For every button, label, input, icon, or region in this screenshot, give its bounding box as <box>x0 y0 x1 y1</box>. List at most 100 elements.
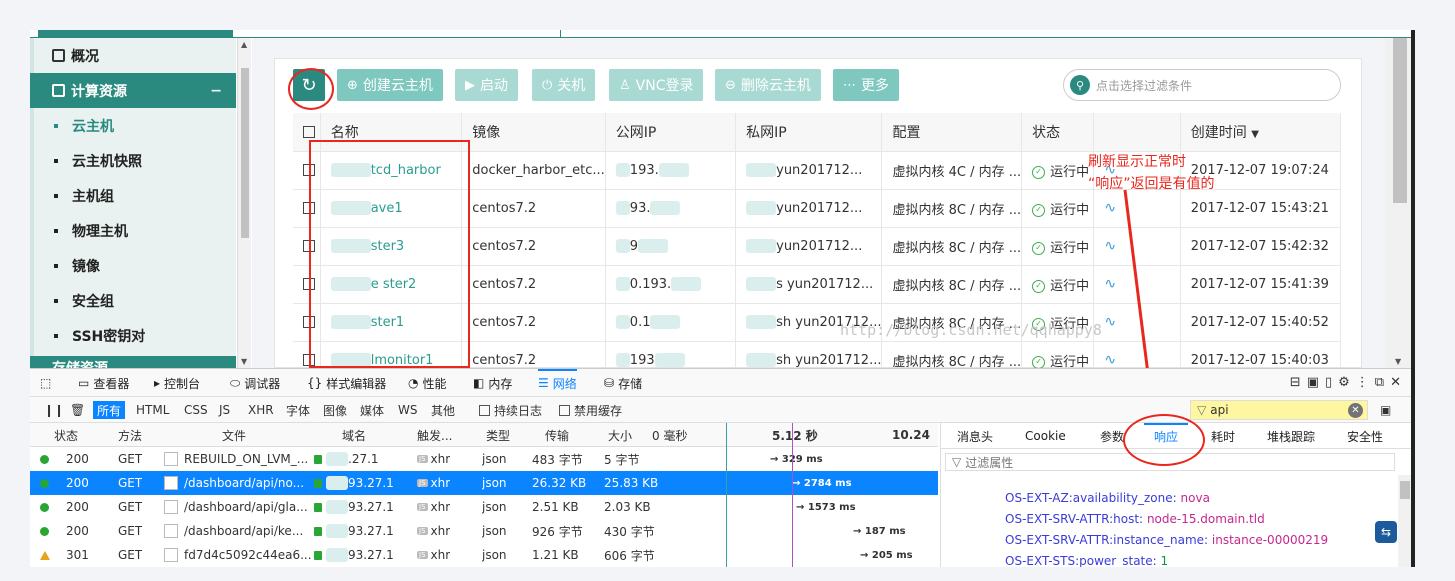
filter-font[interactable]: 字体 <box>282 401 314 419</box>
scroll-thumb[interactable] <box>1393 38 1407 203</box>
dock-icon[interactable]: ⊟ <box>1290 375 1307 390</box>
vm-name-link[interactable]: ster3 <box>371 239 404 254</box>
sidebar-sub-ssh[interactable]: SSH密钥对 <box>30 318 236 353</box>
sidebar-item-overview[interactable]: 概况 <box>30 38 236 73</box>
col-created[interactable]: 创建时间 ▼ <box>1180 113 1342 151</box>
teamviewer-icon[interactable]: ⇆ <box>1375 521 1397 543</box>
request-row[interactable]: 200 GET/dashboard/api/no... 93.27.1 JS xhr js… <box>30 471 938 495</box>
filter-input[interactable]: ⚲ 点击选择过滤条件 <box>1063 69 1341 101</box>
checkbox[interactable] <box>559 404 570 416</box>
tab-params[interactable]: 参数 <box>1100 423 1124 449</box>
filter-css[interactable]: CSS <box>180 401 212 419</box>
tab-style-editor[interactable]: {} 样式编辑器 <box>307 369 386 397</box>
tab-headers[interactable]: 消息头 <box>957 423 993 449</box>
collapse-toggle[interactable]: − <box>210 83 222 99</box>
disable-cache-checkbox[interactable]: 禁用缓存 <box>555 401 626 419</box>
col-status[interactable]: 状态 <box>54 423 78 447</box>
create-vm-button[interactable]: ⊕ 创建云主机 <box>337 69 443 101</box>
checkbox[interactable] <box>479 404 490 416</box>
sidebar-item-compute[interactable]: 计算资源 − <box>30 73 236 108</box>
scroll-thumb[interactable] <box>1400 481 1410 499</box>
vnc-login-button[interactable]: ♙ VNC登录 <box>609 69 704 101</box>
sidebar-sub-secgroup[interactable]: 安全组 <box>30 283 236 318</box>
main-scrollbar[interactable]: ▼ <box>1385 38 1411 368</box>
response-property[interactable]: OS-EXT-SRV-ATTR:instance_name: instance-… <box>1005 533 1328 547</box>
table-row[interactable]: e ster2 centos7.2 0.193. s yun201712... 虚拟内核… <box>293 264 1342 303</box>
col-file[interactable]: 文件 <box>222 423 246 447</box>
frames-icon[interactable]: ⋮ <box>1356 375 1375 390</box>
tab-console[interactable]: ▸ 控制台 <box>154 369 200 397</box>
checkbox[interactable] <box>303 354 315 367</box>
select-all[interactable] <box>293 113 321 151</box>
response-property[interactable]: OS-EXT-AZ:availability_zone: nova <box>1005 491 1210 505</box>
sidebar-scrollbar[interactable]: ▲ ▼ <box>237 38 251 368</box>
vm-name-link[interactable]: tcd_harbor <box>371 163 441 178</box>
close-icon[interactable]: ✕ <box>1390 375 1407 390</box>
checkbox[interactable] <box>303 125 315 138</box>
property-filter-input[interactable]: ▽ 过滤属性 <box>945 453 1395 471</box>
sidebar-sub-image[interactable]: 镜像 <box>30 248 236 283</box>
cell-monitor[interactable]: ∿ <box>1093 302 1181 341</box>
cell-monitor[interactable]: ∿ <box>1093 264 1181 303</box>
col-domain[interactable]: 域名 <box>342 423 366 447</box>
pulse-icon[interactable]: ∿ <box>1104 200 1116 216</box>
split-console-icon[interactable]: ▣ <box>1307 375 1325 390</box>
tab-cookie[interactable]: Cookie <box>1025 423 1066 449</box>
row-checkbox[interactable] <box>293 188 321 227</box>
col-method[interactable]: 方法 <box>118 423 142 447</box>
vm-name-link[interactable]: ster1 <box>371 315 404 330</box>
tab-memory[interactable]: ◧ 内存 <box>473 369 512 397</box>
checkbox[interactable] <box>303 278 315 290</box>
request-row[interactable]: 301 GET fd7d4c5092c44ea6... 93.27.1 JS xhr jso… <box>30 543 938 567</box>
sidebar-sub-physical[interactable]: 物理主机 <box>30 213 236 248</box>
persist-log-checkbox[interactable]: 持续日志 <box>475 401 546 419</box>
table-row[interactable]: ster3 centos7.2 9 yun201712... 虚拟内核 8C / 内存 … <box>293 226 1342 265</box>
toggle-sidebar-icon[interactable]: ▣ <box>1376 401 1395 419</box>
undock-icon[interactable]: ⧉ <box>1375 375 1390 390</box>
filter-html[interactable]: HTML <box>132 401 173 419</box>
pause-icon[interactable]: ❙❙ <box>40 401 68 419</box>
filter-js[interactable]: JS <box>215 401 234 419</box>
responsive-icon[interactable]: ▯ <box>1325 375 1338 390</box>
detail-scrollbar[interactable] <box>1398 475 1411 567</box>
vm-name-link[interactable]: e ster2 <box>371 277 417 292</box>
sidebar-sub-vm[interactable]: 云主机 <box>30 108 236 143</box>
trash-icon[interactable]: 🗑 <box>66 401 89 419</box>
tab-network[interactable]: ☰ 网络 <box>538 369 577 397</box>
request-row[interactable]: 200 GET/dashboard/api/ke... 93.27.1 JS xhr js… <box>30 519 938 543</box>
tab-stack-trace[interactable]: 堆栈跟踪 <box>1267 423 1315 449</box>
row-checkbox[interactable] <box>293 302 321 341</box>
devtools-window-controls[interactable]: ⊟▣▯⚙⋮⧉✕ <box>1290 375 1407 390</box>
filter-image[interactable]: 图像 <box>319 401 351 419</box>
table-row[interactable]: ster1 centos7.2 0.1 sh yun201712... 虚拟内核 8C … <box>293 302 1342 341</box>
filter-media[interactable]: 媒体 <box>356 401 388 419</box>
col-type[interactable]: 类型 <box>486 423 510 447</box>
scroll-down-icon[interactable]: ▼ <box>241 357 247 366</box>
tab-performance[interactable]: ◔ 性能 <box>408 369 447 397</box>
scroll-down-icon[interactable]: ▼ <box>1395 357 1401 366</box>
checkbox[interactable] <box>303 240 315 252</box>
scroll-up-icon[interactable]: ▲ <box>241 40 247 49</box>
refresh-button[interactable]: ↻ <box>293 69 325 101</box>
row-checkbox[interactable] <box>293 150 321 189</box>
checkbox[interactable] <box>303 202 315 214</box>
pulse-icon[interactable]: ∿ <box>1104 352 1116 368</box>
col-transfer[interactable]: 传输 <box>545 423 569 447</box>
inspector-picker-icon[interactable]: ⬚ <box>40 369 51 397</box>
more-button[interactable]: ⋯ 更多 <box>833 69 899 101</box>
tab-timings[interactable]: 耗时 <box>1211 423 1235 449</box>
pulse-icon[interactable]: ∿ <box>1104 314 1116 330</box>
shutdown-button[interactable]: ⏻ 关机 <box>532 69 596 101</box>
cell-monitor[interactable]: ∿ <box>1093 226 1181 265</box>
col-waterfall-0[interactable]: 0 毫秒 <box>652 423 687 447</box>
row-checkbox[interactable] <box>293 264 321 303</box>
pulse-icon[interactable]: ∿ <box>1104 276 1116 292</box>
tab-security[interactable]: 安全性 <box>1347 423 1383 449</box>
filter-all[interactable]: 所有 <box>93 401 126 419</box>
sidebar-sub-snapshot[interactable]: 云主机快照 <box>30 143 236 178</box>
filter-other[interactable]: 其他 <box>427 401 459 419</box>
tab-inspector[interactable]: ▭ 查看器 <box>78 369 129 397</box>
request-row[interactable]: 200 GET REBUILD_ON_LVM_... .27.1 JS xhr json 48… <box>30 447 938 471</box>
url-filter-input[interactable]: ▽ api ✕ <box>1190 400 1368 420</box>
delete-vm-button[interactable]: ⊖ 删除云主机 <box>715 69 821 101</box>
